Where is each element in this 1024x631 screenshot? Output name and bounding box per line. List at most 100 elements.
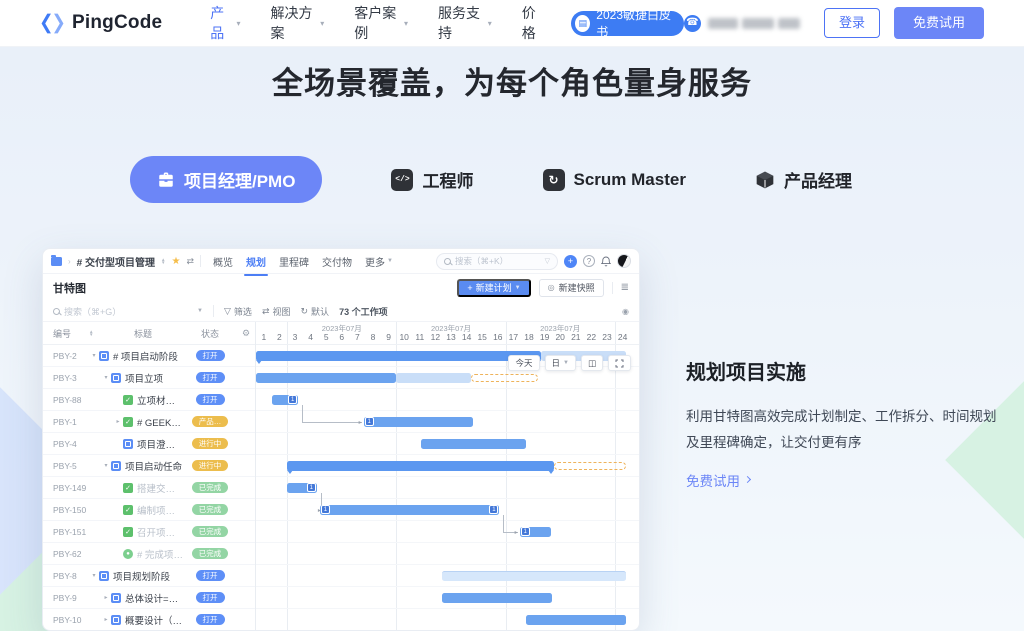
filter-button[interactable]: ▽ 筛选 — [224, 305, 252, 318]
role-tab-产品经理[interactable]: 产品经理 — [755, 167, 852, 192]
work-item-title[interactable]: 编制项目章程 — [137, 503, 183, 517]
split-view-button[interactable]: ◫ — [581, 355, 603, 371]
column-status[interactable]: 状态 — [183, 327, 237, 340]
gantt-bar[interactable] — [442, 593, 553, 603]
status-badge[interactable]: 打开 — [196, 570, 225, 582]
app-tab-交付物[interactable]: 交付物 — [322, 254, 352, 269]
login-button[interactable]: 登录 — [824, 8, 880, 38]
table-row[interactable]: PBY-4项目澄清交底进行中 — [43, 433, 255, 455]
sort-icon[interactable]: ▲▼ — [89, 330, 103, 337]
table-row[interactable]: PBY-5▾项目启动任命进行中 — [43, 455, 255, 477]
gantt-bar[interactable] — [364, 417, 473, 427]
work-item-title[interactable]: 搭建交付群和工作台 — [137, 481, 183, 495]
table-row[interactable]: PBY-9▸总体设计=实施方案（...打开 — [43, 587, 255, 609]
project-title[interactable]: # 交付型项目管理 — [77, 254, 155, 269]
fullscreen-button[interactable] — [608, 355, 631, 371]
status-badge[interactable]: 打开 — [196, 350, 225, 362]
free-trial-button[interactable]: 免费试用 — [894, 7, 984, 39]
gantt-bar[interactable] — [396, 373, 471, 383]
app-tab-里程碑[interactable]: 里程碑 — [279, 254, 309, 269]
gantt-bar[interactable] — [421, 439, 526, 449]
table-row[interactable]: PBY-149✓搭建交付群和工作台已完成 — [43, 477, 255, 499]
favorite-star-icon[interactable]: ★ — [171, 256, 180, 267]
table-row[interactable]: PBY-151✓召开项目开工会已完成 — [43, 521, 255, 543]
work-item-title[interactable]: 召开项目开工会 — [137, 525, 183, 539]
expand-caret-icon[interactable]: ▾ — [101, 374, 111, 381]
work-item-title[interactable]: # GEEKBOOKS 极... — [137, 415, 183, 429]
expand-caret-icon[interactable]: ▾ — [101, 462, 111, 469]
new-snapshot-button[interactable]: ◎ 新建快照 — [539, 279, 604, 297]
nav-item-服务支持[interactable]: 服务支持▾ — [438, 3, 492, 43]
work-item-title[interactable]: # 完成项目启动阶段... — [137, 547, 183, 561]
gantt-bar[interactable] — [256, 373, 396, 383]
status-badge[interactable]: 已完成 — [192, 482, 229, 494]
create-button[interactable]: + — [564, 255, 577, 268]
table-row[interactable]: PBY-10▸概要设计（分）打开 — [43, 609, 255, 631]
nav-item-价格[interactable]: 价格 — [522, 3, 546, 43]
app-tab-更多[interactable]: 更多▼ — [365, 254, 393, 269]
gantt-bar[interactable] — [256, 351, 541, 361]
status-badge[interactable]: 已完成 — [192, 548, 229, 560]
gantt-bar[interactable] — [554, 462, 626, 470]
expand-caret-icon[interactable]: ▸ — [101, 616, 111, 623]
status-badge[interactable]: 进行中 — [192, 460, 229, 472]
status-badge[interactable]: 进行中 — [192, 438, 229, 450]
pingcode-logo[interactable]: PingCode — [40, 11, 162, 36]
expand-caret-icon[interactable]: ▸ — [113, 418, 123, 425]
nav-item-客户案例[interactable]: 客户案例▾ — [354, 3, 408, 43]
help-icon[interactable]: ? — [583, 255, 595, 267]
bell-icon[interactable] — [601, 256, 611, 267]
work-item-title[interactable]: 项目立项 — [125, 371, 163, 385]
table-row[interactable]: PBY-88✓立项材料编辑打开 — [43, 389, 255, 411]
role-tab-项目经理/PMO[interactable]: 项目经理/PMO — [130, 156, 322, 203]
default-view-button[interactable]: ↻ 默认 — [301, 305, 330, 318]
work-item-title[interactable]: 概要设计（分） — [125, 613, 183, 627]
gantt-bar[interactable] — [320, 505, 499, 515]
work-item-title[interactable]: 立项材料编辑 — [137, 393, 183, 407]
status-badge[interactable]: 产品… — [192, 416, 229, 428]
status-badge[interactable]: 已完成 — [192, 526, 229, 538]
gear-icon[interactable]: ⚙ — [237, 328, 255, 339]
gantt-bar[interactable] — [287, 461, 554, 471]
role-tab-Scrum Master[interactable]: ↻Scrum Master — [543, 169, 686, 191]
app-tab-概览[interactable]: 概览 — [213, 254, 233, 269]
view-button[interactable]: ⇄ 视图 — [262, 305, 291, 318]
new-plan-button[interactable]: + 新建计划 ▼ — [457, 279, 530, 297]
status-badge[interactable]: 打开 — [196, 372, 225, 384]
app-tab-规划[interactable]: 规划 — [246, 254, 266, 269]
work-item-title[interactable]: 总体设计=实施方案（... — [125, 591, 183, 605]
nav-item-产品[interactable]: 产品▾ — [210, 3, 240, 43]
time-unit-select[interactable]: 日 ▼ — [545, 355, 576, 371]
user-avatar[interactable] — [617, 254, 631, 268]
status-badge[interactable]: 打开 — [196, 394, 225, 406]
swap-icon[interactable]: ⇄ — [186, 256, 194, 267]
table-row[interactable]: PBY-3▾项目立项打开 — [43, 367, 255, 389]
table-row[interactable]: PBY-1▸✓# GEEKBOOKS 极...产品… — [43, 411, 255, 433]
gantt-bar[interactable] — [471, 374, 538, 382]
whitepaper-badge[interactable]: ▤ 2023敏捷白皮书 — [571, 11, 684, 36]
table-row[interactable]: PBY-62●# 完成项目启动阶段...已完成 — [43, 543, 255, 565]
column-id[interactable]: 编号 — [43, 327, 89, 340]
work-item-title[interactable]: # 项目启动阶段 — [113, 349, 178, 363]
column-title[interactable]: 标题 — [103, 327, 183, 340]
list-view-icon[interactable]: ≣ — [621, 282, 629, 293]
app-search-input[interactable]: 搜索（⌘+K） ▽ — [436, 253, 558, 270]
feature-trial-link[interactable]: 免费试用 — [686, 470, 1001, 490]
work-item-title[interactable]: 项目澄清交底 — [137, 437, 183, 451]
expand-caret-icon[interactable]: ▾ — [89, 572, 99, 579]
expand-caret-icon[interactable]: ▾ — [89, 352, 99, 359]
project-switch-icon[interactable]: ▲▼ — [161, 258, 165, 265]
status-badge[interactable]: 打开 — [196, 592, 225, 604]
nav-item-解决方案[interactable]: 解决方案▾ — [271, 3, 325, 43]
work-item-title[interactable]: 项目启动任命 — [125, 459, 182, 473]
table-row[interactable]: PBY-150✓编制项目章程已完成 — [43, 499, 255, 521]
locate-icon[interactable]: ◉ — [622, 307, 629, 316]
role-tab-工程师[interactable]: </>工程师 — [391, 167, 473, 192]
table-row[interactable]: PBY-8▾项目规划阶段打开 — [43, 565, 255, 587]
work-item-title[interactable]: 项目规划阶段 — [113, 569, 170, 583]
expand-caret-icon[interactable]: ▸ — [101, 594, 111, 601]
table-row[interactable]: PBY-2▾# 项目启动阶段打开 — [43, 345, 255, 367]
status-badge[interactable]: 已完成 — [192, 504, 229, 516]
status-badge[interactable]: 打开 — [196, 614, 225, 626]
gantt-search-input[interactable]: 搜索（⌘+G） ▼ — [53, 305, 203, 318]
